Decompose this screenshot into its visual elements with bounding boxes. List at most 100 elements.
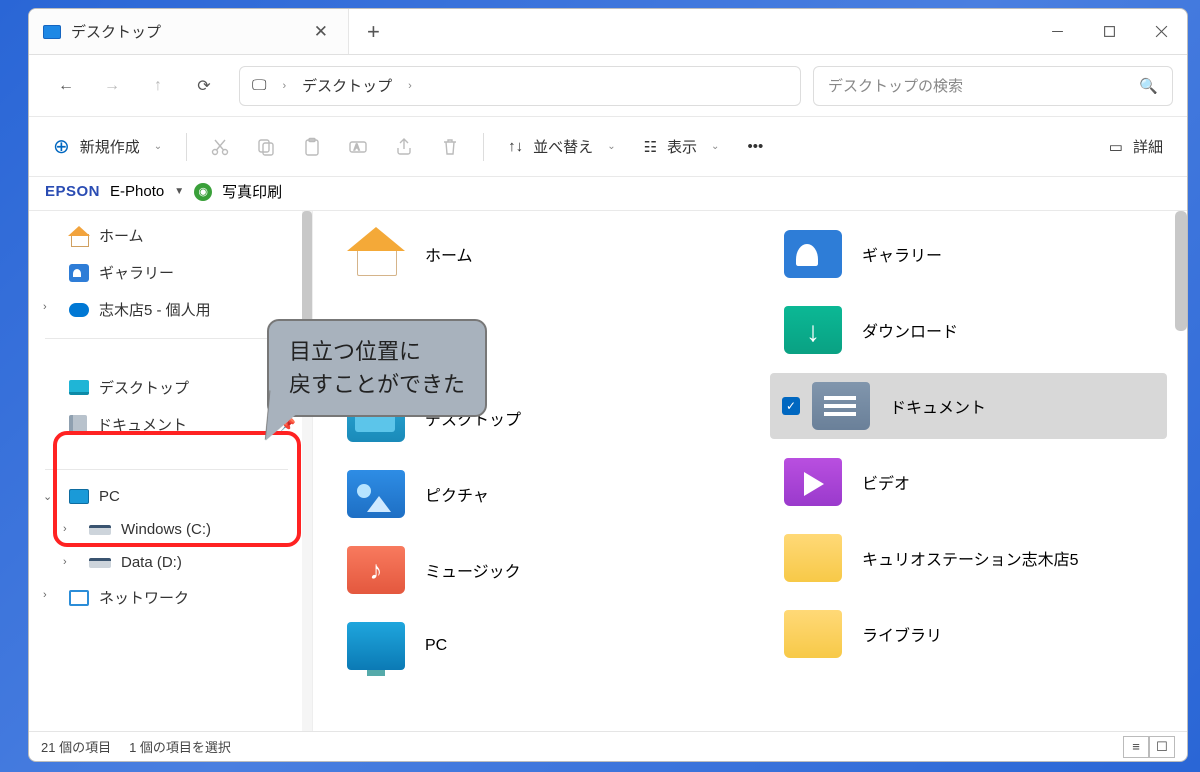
sidebar-item-drive-d[interactable]: ›Data (D:) [29, 546, 304, 579]
content-pane[interactable]: ホーム デスクトップ ピクチャ ♪ミュージック PC ギャラリー ダウンロード … [313, 211, 1187, 731]
scrollbar-thumb[interactable] [302, 211, 312, 331]
refresh-button[interactable]: ⟳ [181, 63, 227, 109]
view-list-button[interactable]: ≡ [1123, 736, 1149, 758]
sidebar-item-network[interactable]: › ネットワーク [29, 579, 304, 616]
chevron-down-icon: ⌄ [607, 141, 615, 152]
video-folder-icon [784, 458, 842, 506]
chevron-down-icon[interactable]: ⌄ [43, 490, 57, 503]
item-download[interactable]: ダウンロード [770, 297, 1167, 363]
pc-icon [347, 622, 405, 670]
item-label: ギャラリー [862, 242, 942, 266]
item-music[interactable]: ♪ミュージック [333, 537, 730, 603]
item-pc[interactable]: PC [333, 613, 730, 679]
item-home[interactable]: ホーム [333, 221, 730, 287]
search-input[interactable]: デスクトップの検索 🔍 [813, 66, 1173, 106]
item-gallery[interactable]: ギャラリー [770, 221, 1167, 287]
new-label: 新規作成 [80, 136, 140, 157]
titlebar: デスクトップ ✕ + [29, 9, 1187, 55]
item-documents[interactable]: ✓ ドキュメント [770, 373, 1167, 439]
toolbar: ⊕ 新規作成 ⌄ A ↑↓ 並べ替え ⌄ ☷ 表示 ⌄ ••• ▭ 詳細 [29, 117, 1187, 177]
view-toggle: ≡ ☐ [1123, 736, 1175, 758]
item-video[interactable]: ビデオ [770, 449, 1167, 515]
details-icon: ▭ [1109, 138, 1123, 156]
item-pictures[interactable]: ピクチャ [333, 461, 730, 527]
sort-button[interactable]: ↑↓ 並べ替え ⌄ [496, 127, 627, 167]
sort-icon: ↑↓ [508, 138, 523, 155]
onedrive-icon [69, 303, 89, 317]
back-button[interactable]: ← [43, 63, 89, 109]
sidebar-item-gallery[interactable]: ギャラリー [29, 254, 304, 291]
item-label: ホーム [425, 242, 473, 266]
chevron-right-icon[interactable]: › [43, 301, 57, 313]
sidebar-item-drive-c[interactable]: › Windows (C:) [29, 513, 304, 546]
paste-button[interactable] [291, 137, 333, 157]
view-grid-button[interactable]: ☐ [1149, 736, 1175, 758]
window-tab[interactable]: デスクトップ ✕ [29, 9, 349, 54]
item-label: キュリオステーション志木店5 [862, 546, 1079, 570]
maximize-button[interactable] [1083, 9, 1135, 55]
details-label: 詳細 [1133, 136, 1163, 157]
new-tab-button[interactable]: + [349, 19, 398, 45]
documents-folder-icon [812, 382, 870, 430]
separator [45, 469, 288, 470]
item-label: ライブラリ [862, 622, 942, 646]
pc-icon [69, 489, 89, 504]
chevron-right-icon[interactable]: › [63, 523, 77, 535]
view-label: 表示 [667, 136, 697, 157]
up-button[interactable]: ↑ [135, 63, 181, 109]
minimize-button[interactable] [1031, 9, 1083, 55]
sort-label: 並べ替え [533, 136, 593, 157]
forward-button[interactable]: → [89, 63, 135, 109]
chevron-down-icon: ⌄ [154, 141, 162, 152]
cut-button[interactable] [199, 137, 241, 157]
explorer-window: デスクトップ ✕ + ← → ↑ ⟳ 🖵 › デスクトップ › デスクトップの検… [28, 8, 1188, 762]
content-scrollbar[interactable] [1175, 211, 1187, 731]
item-curiostation[interactable]: キュリオステーション志木店5 [770, 525, 1167, 591]
chevron-right-icon[interactable]: › [43, 589, 57, 601]
rename-button[interactable]: A [337, 137, 379, 157]
sidebar-item-onedrive[interactable]: ›志木店5 - 個人用 [29, 291, 304, 328]
navbar: ← → ↑ ⟳ 🖵 › デスクトップ › デスクトップの検索 🔍 [29, 55, 1187, 117]
details-button[interactable]: ▭ 詳細 [1097, 127, 1175, 167]
more-button[interactable]: ••• [735, 127, 775, 167]
sidebar-item-label: Windows (C:) [121, 521, 211, 538]
address-bar[interactable]: 🖵 › デスクトップ › [239, 66, 801, 106]
sidebar-item-pc[interactable]: ⌄PC [29, 480, 304, 513]
sidebar-item-label: ネットワーク [99, 587, 189, 608]
epson-print[interactable]: 写真印刷 [222, 181, 282, 202]
scrollbar-thumb[interactable] [1175, 211, 1187, 331]
item-library[interactable]: ライブラリ [770, 601, 1167, 667]
callout-line: 目立つ位置に [289, 335, 465, 368]
separator [186, 133, 187, 161]
item-label: ダウンロード [862, 318, 958, 342]
view-button[interactable]: ☷ 表示 ⌄ [632, 127, 732, 167]
breadcrumb-segment[interactable]: デスクトップ [302, 75, 392, 96]
new-button[interactable]: ⊕ 新規作成 ⌄ [41, 127, 174, 167]
copy-button[interactable] [245, 137, 287, 157]
share-button[interactable] [383, 137, 425, 157]
home-icon [347, 230, 405, 278]
epson-toolbar: EPSON E-Photo ▼ ◉ 写真印刷 [29, 177, 1187, 211]
svg-text:A: A [354, 143, 360, 152]
item-label: ドキュメント [890, 394, 986, 418]
chevron-down-icon: ⌄ [711, 141, 719, 152]
separator [483, 133, 484, 161]
epson-app[interactable]: E-Photo [110, 183, 164, 200]
chevron-right-icon[interactable]: › [63, 556, 77, 568]
drive-icon [89, 525, 111, 535]
view-icon: ☷ [644, 138, 657, 156]
statusbar: 21 個の項目 1 個の項目を選択 ≡ ☐ [29, 731, 1187, 761]
close-tab-icon[interactable]: ✕ [308, 18, 334, 46]
delete-button[interactable] [429, 137, 471, 157]
sidebar-item-home[interactable]: ホーム [29, 217, 304, 254]
callout-bubble: 目立つ位置に 戻すことができた [267, 319, 487, 417]
gallery-icon [784, 230, 842, 278]
desktop-icon [69, 380, 89, 395]
sidebar-item-label: ギャラリー [99, 262, 174, 283]
sidebar-scrollbar[interactable] [302, 211, 312, 731]
close-button[interactable] [1135, 9, 1187, 55]
content-column: ホーム デスクトップ ピクチャ ♪ミュージック PC [333, 221, 730, 721]
annotation-callout: 目立つ位置に 戻すことができた [267, 319, 487, 417]
checkbox-checked-icon[interactable]: ✓ [782, 397, 800, 415]
epson-logo: EPSON [45, 183, 100, 200]
